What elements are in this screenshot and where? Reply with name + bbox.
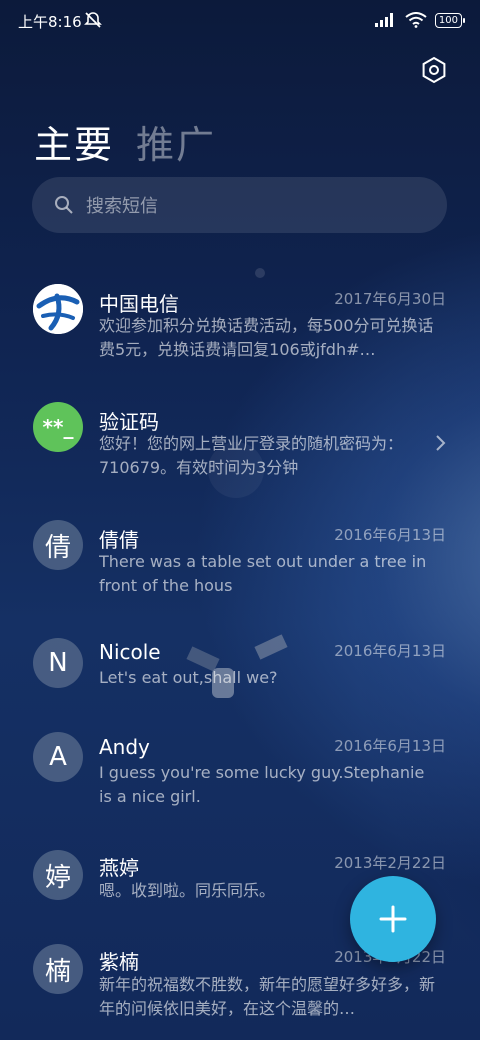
telecom-logo-icon — [33, 284, 83, 334]
signal-icon — [374, 13, 393, 27]
plus-icon — [379, 905, 407, 933]
contact-name: 紫楠 — [99, 950, 139, 974]
message-date: 2016年6月13日 — [334, 737, 446, 755]
status-time: 上午8:16 — [18, 13, 82, 31]
avatar-text: **_ — [42, 415, 74, 439]
new-message-button[interactable] — [350, 876, 436, 962]
conversation-item-qianqian[interactable]: 倩 倩倩 2016年6月13日 There was a table set ou… — [0, 520, 480, 600]
avatar: 婷 — [33, 850, 83, 900]
chevron-right-icon — [436, 435, 446, 451]
search-bar[interactable] — [32, 177, 447, 233]
avatar: A — [33, 732, 83, 782]
category-tabs: 主要 推广 — [34, 114, 216, 169]
message-date: 2016年6月13日 — [334, 642, 446, 660]
settings-hexagon-icon[interactable] — [420, 56, 448, 84]
status-right-icons: 100 — [374, 10, 466, 30]
avatar: 倩 — [33, 520, 83, 570]
battery-indicator: 100 — [434, 12, 466, 28]
message-date: 2013年2月22日 — [334, 854, 446, 872]
contact-name: 倩倩 — [99, 528, 139, 552]
avatar-text: A — [49, 742, 67, 772]
message-preview: 新年的祝福数不胜数，新年的愿望好多好多，新年的问候依旧美好，在这个温馨的… — [99, 975, 436, 1018]
contact-name: 燕婷 — [99, 856, 139, 880]
avatar-text: 婷 — [44, 862, 71, 893]
tab-promotions[interactable]: 推广 — [136, 114, 216, 169]
mute-icon — [84, 12, 102, 28]
message-preview: I guess you're some lucky guy.Stephanie … — [99, 763, 425, 806]
conversation-item-verification-code[interactable]: **_ 验证码 您好！您的网上营业厅登录的随机密码为：710679。有效时间为3… — [0, 400, 480, 490]
search-icon — [55, 196, 73, 214]
message-preview: Let's eat out,shall we? — [99, 668, 278, 687]
contact-name: 中国电信 — [99, 292, 179, 316]
search-input[interactable] — [84, 191, 428, 221]
conversation-item-nicole[interactable]: N Nicole 2016年6月13日 Let's eat out,shall … — [0, 636, 480, 696]
avatar-text: N — [48, 648, 68, 678]
message-date: 2017年6月30日 — [334, 290, 446, 308]
message-preview: 您好！您的网上营业厅登录的随机密码为：710679。有效时间为3分钟 — [99, 434, 404, 477]
wifi-icon — [405, 12, 427, 28]
contact-name: 验证码 — [99, 410, 159, 434]
avatar-text: 楠 — [44, 956, 71, 987]
message-preview: 欢迎参加积分兑换话费活动，每500分可兑换话费5元，兑换话费请回复106或jfd… — [99, 316, 434, 359]
message-date: 2016年6月13日 — [334, 526, 446, 544]
tab-primary[interactable]: 主要 — [34, 114, 114, 169]
avatar: N — [33, 638, 83, 688]
status-bar: 上午8:16 100 — [0, 0, 480, 40]
contact-name: Nicole — [99, 640, 161, 664]
message-preview: There was a table set out under a tree i… — [99, 552, 427, 595]
avatar: **_ — [33, 402, 83, 452]
contact-name: Andy — [99, 735, 150, 759]
china-telecom-logo — [33, 284, 83, 334]
avatar-text: 倩 — [44, 532, 71, 563]
conversation-item-china-telecom[interactable]: 中国电信 2017年6月30日 欢迎参加积分兑换话费活动，每500分可兑换话费5… — [0, 280, 480, 380]
conversation-item-andy[interactable]: A Andy 2016年6月13日 I guess you're some lu… — [0, 732, 480, 812]
avatar: 楠 — [33, 944, 83, 994]
